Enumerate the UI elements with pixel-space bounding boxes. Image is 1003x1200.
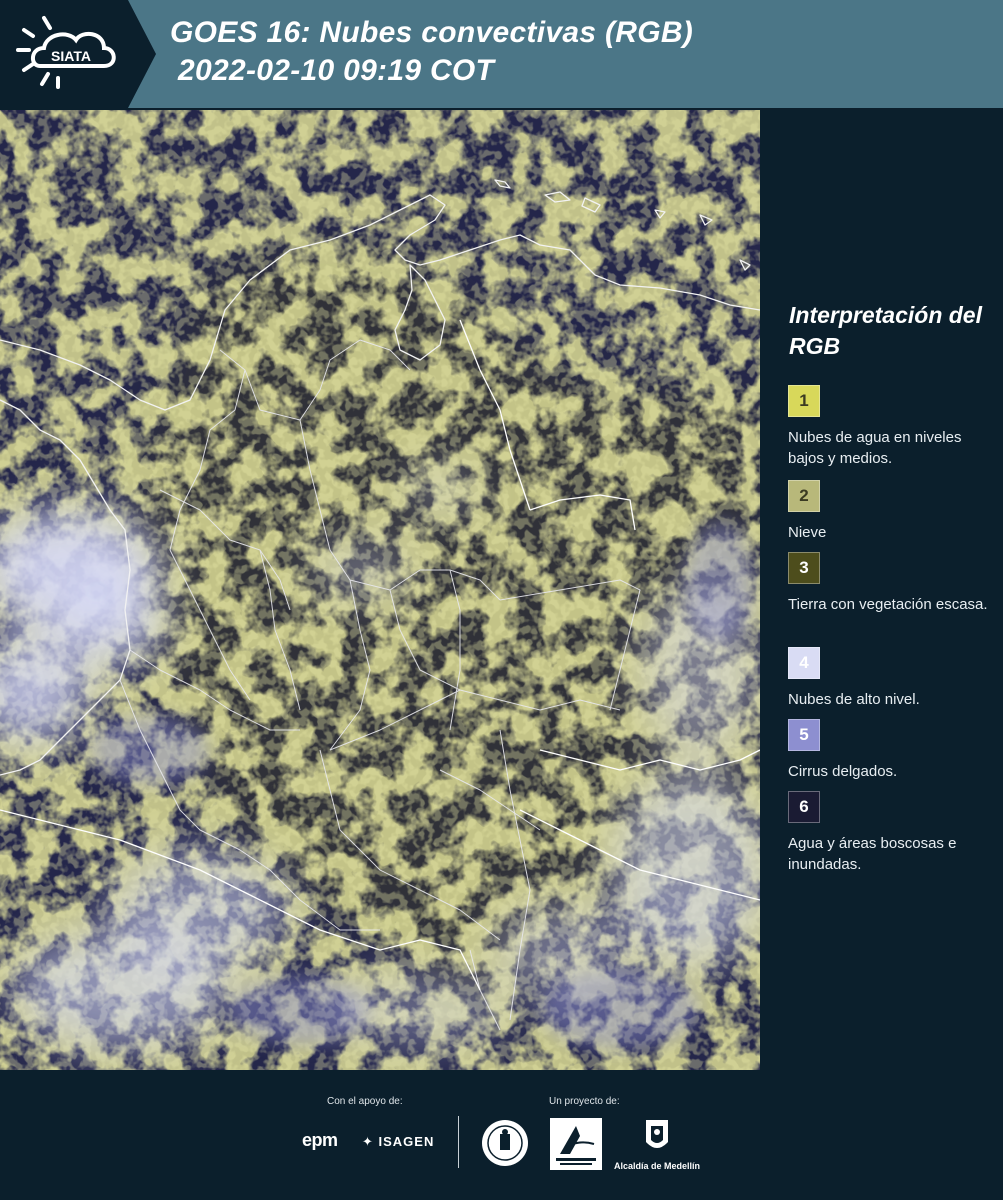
isagen-logo: ✦ ISAGEN (362, 1134, 435, 1149)
legend-swatch-1: 1 (788, 385, 820, 417)
satellite-map (0, 110, 760, 1070)
isagen-logo-text: ISAGEN (378, 1134, 435, 1149)
epm-logo: epm (302, 1130, 338, 1150)
alcaldia-text: Alcaldía de Medellín (613, 1161, 701, 1171)
project-label: Un proyecto de: (549, 1096, 620, 1107)
area-metropolitana-logo (550, 1118, 602, 1170)
legend-label-4: Nubes de alto nivel. (788, 691, 920, 708)
alcaldia-logo: Alcaldía de Medellín (612, 1118, 702, 1171)
legend-item-6: 6 Agua y áreas boscosas e inundadas. (788, 791, 993, 875)
legend-swatch-2: 2 (788, 480, 820, 512)
siata-logo: SIATA (0, 0, 156, 108)
legend-swatch-5: 5 (788, 719, 820, 751)
legend-number-3: 3 (799, 558, 809, 577)
title-product: GOES 16: Nubes convectivas (RGB) (170, 16, 694, 49)
legend-label-3: Tierra con vegetación escasa. (788, 596, 988, 613)
legend-title: Interpretación del RGB (789, 302, 982, 359)
legend-item-3: 3 Tierra con vegetación escasa. (788, 552, 993, 615)
header-bar: SIATA GOES 16: Nubes convectivas (RGB) 2… (0, 0, 1003, 108)
legend-number-2: 2 (799, 486, 809, 505)
alcaldia-shield-icon (646, 1120, 668, 1148)
legend-number-5: 5 (799, 725, 809, 744)
legend-swatch-4: 4 (788, 647, 820, 679)
legend-item-2: 2 Nieve (788, 480, 993, 543)
title-timestamp: 2022-02-10 09:19 COT (178, 54, 495, 87)
legend-number-6: 6 (799, 797, 809, 816)
legend-panel: Interpretación del RGB 1 Nubes de agua e… (776, 110, 998, 1070)
legend-label-5: Cirrus delgados. (788, 763, 898, 780)
legend-item-4: 4 Nubes de alto nivel. (788, 647, 993, 710)
legend-item-1: 1 Nubes de agua en niveles bajos y medio… (788, 385, 993, 469)
legend-swatch-6: 6 (788, 791, 820, 823)
legend-number-4: 4 (799, 653, 809, 672)
page-title: GOES 16: Nubes convectivas (RGB) 2022-02… (170, 14, 693, 90)
legend-swatch-3: 3 (788, 552, 820, 584)
legend-label-2: Nieve (788, 524, 827, 541)
siata-logo-text: SIATA (51, 48, 91, 64)
support-label: Con el apoyo de: (327, 1096, 403, 1107)
legend-number-1: 1 (799, 391, 809, 410)
footer: Con el apoyo de: Un proyecto de: epm ✦ I… (0, 1070, 1003, 1200)
legend-item-5: 5 Cirrus delgados. (788, 719, 993, 782)
legend-label-1: Nubes de agua en niveles bajos y medios. (788, 429, 962, 467)
legend-label-6: Agua y áreas boscosas e inundadas. (788, 835, 957, 873)
medellin-seal-icon (482, 1120, 528, 1166)
footer-divider (458, 1116, 459, 1168)
